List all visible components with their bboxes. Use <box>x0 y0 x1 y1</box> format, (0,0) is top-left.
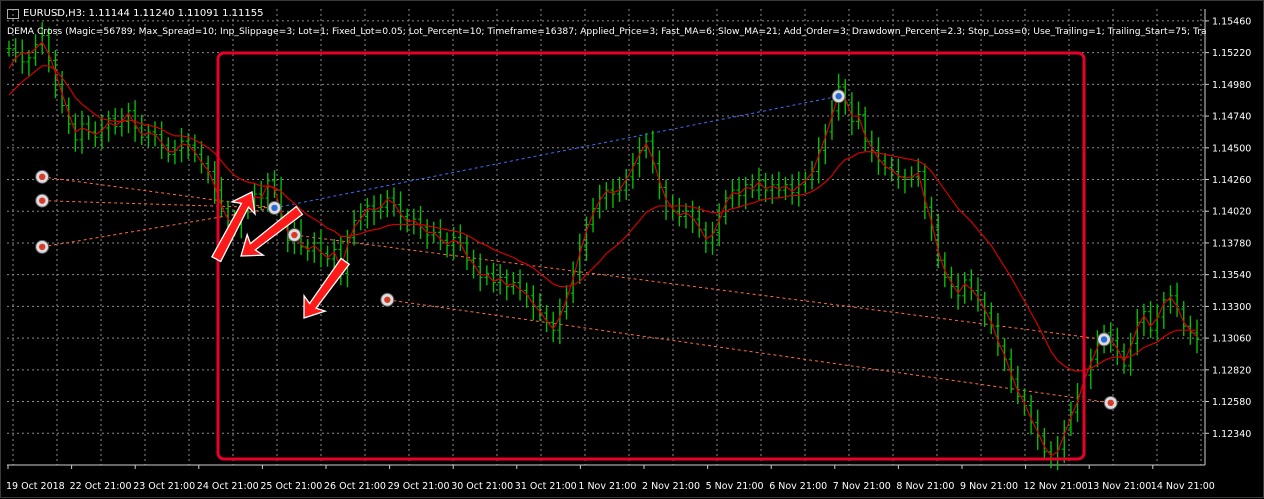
time-label: 23 Oct 21:00 <box>133 481 195 492</box>
price-label: 1.13300 <box>1212 302 1251 313</box>
price-label: 1.13780 <box>1212 238 1251 249</box>
time-label: 8 Nov 21:00 <box>896 481 954 492</box>
trade-line <box>274 95 839 209</box>
price-label: 1.14260 <box>1212 175 1251 186</box>
time-label: 19 Oct 2018 <box>6 481 65 492</box>
time-label: 22 Oct 21:00 <box>70 481 132 492</box>
marker-dot <box>1100 336 1108 343</box>
price-label: 1.14740 <box>1212 112 1251 123</box>
price-label: 1.12820 <box>1212 365 1251 376</box>
chart-window-icon <box>7 9 19 19</box>
price-label: 1.12340 <box>1212 429 1251 440</box>
fast-ma-line <box>8 41 1198 457</box>
marker-dot <box>835 93 842 100</box>
slow-ma-line <box>8 65 1197 372</box>
marker-dot <box>271 204 278 212</box>
time-label: 25 Oct 21:00 <box>260 481 322 492</box>
time-label: 30 Oct 21:00 <box>451 481 513 492</box>
price-label: 1.15460 <box>1212 16 1251 27</box>
red-arrow-icon <box>303 257 351 319</box>
time-label: 9 Nov 21:00 <box>960 481 1018 492</box>
time-label: 13 Nov 21:00 <box>1087 481 1151 492</box>
marker-dot <box>1107 399 1114 407</box>
marker-dot <box>384 296 391 303</box>
marker-dot <box>291 231 298 239</box>
price-label: 1.14980 <box>1212 80 1251 91</box>
marker-dot <box>38 197 46 204</box>
red-arrow-shape <box>303 257 351 319</box>
price-label: 1.14500 <box>1212 143 1251 154</box>
price-label: 1.15220 <box>1212 48 1251 59</box>
time-label: 7 Nov 21:00 <box>833 481 891 492</box>
price-chart[interactable]: 1.15460 1.15220 1.14980 1.14740 1.14500 1.142… <box>1 1 1264 499</box>
time-label: 1 Nov 21:00 <box>578 481 636 492</box>
marker-dot <box>38 173 46 181</box>
ea-parameters: DEMA Cross (Magic=56789; Max_Spread=10; … <box>7 26 1207 37</box>
time-label: 6 Nov 21:00 <box>769 481 827 492</box>
time-label: 2 Nov 21:00 <box>642 481 700 492</box>
time-label: 29 Oct 21:00 <box>388 481 450 492</box>
price-label: 1.12580 <box>1212 397 1251 408</box>
time-label: 31 Oct 21:00 <box>515 481 577 492</box>
time-label: 14 Nov 21:00 <box>1151 481 1215 492</box>
time-label: 24 Oct 21:00 <box>197 481 259 492</box>
chart-window[interactable]: 1.15460 1.15220 1.14980 1.14740 1.14500 1.142… <box>0 0 1264 498</box>
trade-line <box>294 234 1105 340</box>
marker-dot <box>38 243 46 251</box>
price-label: 1.13540 <box>1212 270 1251 281</box>
time-label: 26 Oct 21:00 <box>324 481 386 492</box>
symbol-info: EURUSD,H3: 1.11144 1.11240 1.11091 1.111… <box>23 8 264 19</box>
time-label: 12 Nov 21:00 <box>1024 481 1088 492</box>
price-label: 1.13060 <box>1212 334 1251 345</box>
time-label: 5 Nov 21:00 <box>706 481 764 492</box>
price-label: 1.14020 <box>1212 207 1251 218</box>
